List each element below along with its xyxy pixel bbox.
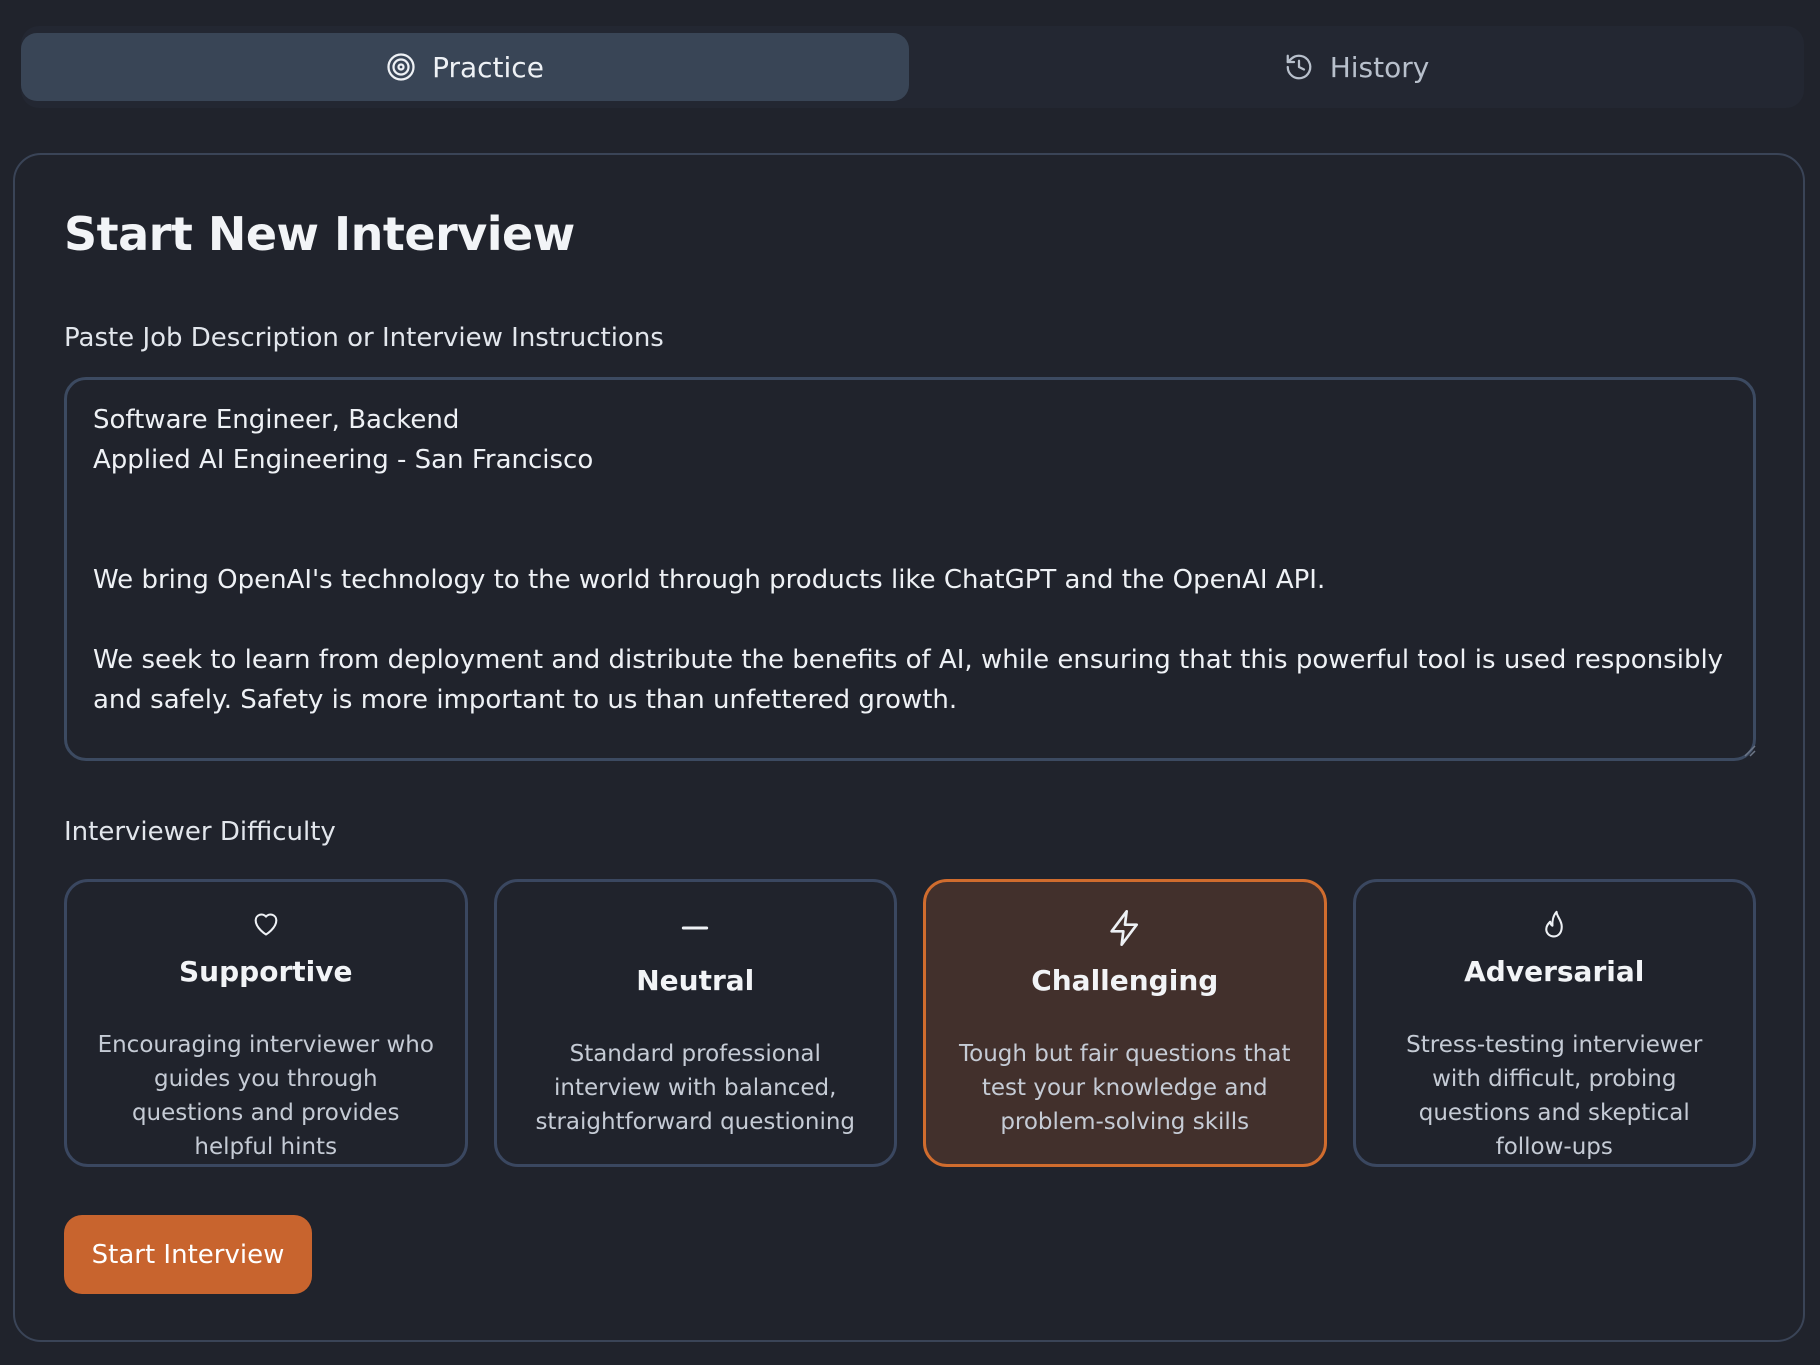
tab-practice-label: Practice	[432, 50, 544, 84]
start-interview-button[interactable]: Start Interview	[64, 1215, 312, 1294]
option-description: Tough but fair questions that test your …	[958, 1041, 1291, 1135]
option-title: Supportive	[179, 955, 353, 988]
new-interview-card: Start New Interview Paste Job Descriptio…	[13, 153, 1805, 1342]
option-description: Stress-testing interviewer with difficul…	[1406, 1032, 1703, 1160]
option-title: Challenging	[1031, 964, 1219, 997]
page-title: Start New Interview	[64, 207, 575, 261]
option-description: Standard professional interview with bal…	[535, 1041, 856, 1135]
history-icon	[1286, 54, 1312, 80]
tab-bar: Practice History	[21, 26, 1804, 108]
difficulty-option-adversarial[interactable]: Adversarial Stress-testing interviewer w…	[1352, 879, 1756, 1167]
difficulty-label: Interviewer Difficulty	[64, 817, 336, 847]
difficulty-option-neutral[interactable]: Neutral Standard professional interview …	[493, 879, 897, 1167]
difficulty-option-challenging[interactable]: Challenging Tough but fair questions tha…	[923, 879, 1327, 1167]
difficulty-option-supportive[interactable]: Supportive Encouraging interviewer who g…	[64, 879, 468, 1167]
difficulty-options: Supportive Encouraging interviewer who g…	[64, 879, 1756, 1167]
job-description-textarea[interactable]: Software Engineer, Backend Applied AI En…	[64, 377, 1756, 761]
heart-icon	[254, 913, 278, 936]
tab-history-label: History	[1329, 50, 1430, 84]
description-label: Paste Job Description or Interview Instr…	[64, 323, 664, 353]
tab-history[interactable]: History	[909, 32, 1804, 102]
option-title: Neutral	[636, 964, 755, 997]
flame-icon	[1545, 910, 1564, 938]
resize-handle-icon[interactable]	[1742, 743, 1756, 757]
option-description: Encouraging interviewer who guides you t…	[97, 1032, 434, 1160]
target-icon	[387, 53, 415, 81]
tab-practice[interactable]: Practice	[21, 33, 909, 101]
option-title: Adversarial	[1464, 955, 1645, 988]
lightning-icon	[1110, 910, 1138, 946]
minus-icon	[682, 926, 709, 930]
